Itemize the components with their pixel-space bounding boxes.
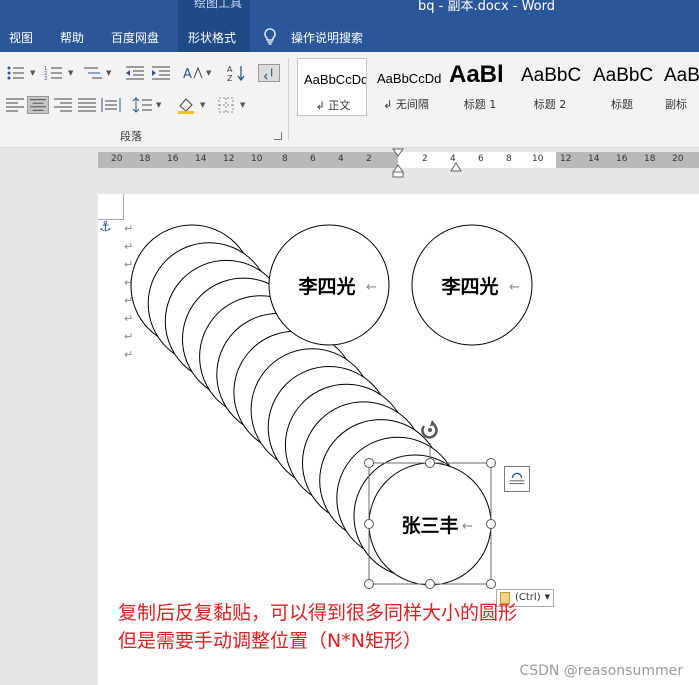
circle-text: 李四光 bbox=[297, 275, 355, 298]
svg-text:A: A bbox=[183, 67, 192, 82]
ruler-number: 14 bbox=[195, 154, 207, 164]
window-title: bq - 副本.docx - Word bbox=[418, 0, 556, 14]
circle-mark: ← bbox=[509, 280, 520, 295]
first-line-indent-marker[interactable] bbox=[391, 148, 405, 178]
line-spacing-icon[interactable] bbox=[132, 96, 154, 114]
circle-shape-top-2[interactable]: 李四光 ← bbox=[411, 224, 533, 346]
ruler-number: 14 bbox=[588, 154, 600, 164]
ruler-number: 6 bbox=[310, 154, 316, 164]
styles-gallery: AaBbCcDd ↲ 正文 AaBbCcDd ↲ 无间隔 AaBl 标题 1 A… bbox=[297, 58, 699, 116]
ruler-number: 4 bbox=[338, 154, 344, 164]
resize-handle[interactable] bbox=[486, 458, 496, 468]
ruler-number: 16 bbox=[616, 154, 628, 164]
circle-text: 张三丰 bbox=[401, 514, 458, 537]
ribbon: ▼ 123 ▼ ▼ A ▼ AZ ▼ ▼ ▼ 段落 AaBbCcDd ↲ 正文 … bbox=[0, 52, 699, 148]
chevron-down-icon[interactable]: ▼ bbox=[30, 69, 35, 77]
shading-icon[interactable] bbox=[176, 96, 198, 114]
chevron-down-icon[interactable]: ▼ bbox=[68, 69, 73, 77]
justify-icon[interactable] bbox=[76, 96, 98, 114]
chevron-down-icon[interactable]: ▼ bbox=[156, 101, 161, 109]
circle-shape-top-1[interactable]: 李四光 ← bbox=[268, 224, 390, 346]
style-title[interactable]: AaBbC 标题 bbox=[587, 58, 657, 116]
show-marks-icon[interactable] bbox=[258, 64, 280, 82]
menu-bar: 视图 帮助 百度网盘 形状格式 操作说明搜索 bbox=[0, 26, 699, 50]
layout-options-icon[interactable] bbox=[504, 466, 530, 492]
circle-mark: ← bbox=[462, 519, 473, 534]
annotation-line-2: 但是需要手动调整位置（N*N矩形） bbox=[118, 630, 422, 652]
align-center-icon[interactable] bbox=[27, 96, 49, 114]
ruler-number: 16 bbox=[167, 154, 179, 164]
increase-indent-icon[interactable] bbox=[150, 64, 172, 82]
resize-handle[interactable] bbox=[425, 579, 435, 589]
ruler-number: 20 bbox=[672, 154, 684, 164]
ruler-number: 18 bbox=[644, 154, 656, 164]
ruler-number: 10 bbox=[532, 154, 544, 164]
circle-text: 李四光 bbox=[440, 275, 498, 298]
style-subtitle[interactable]: AaBb 副标 bbox=[659, 58, 699, 116]
style-no-spacing[interactable]: AaBbCcDd ↲ 无间隔 bbox=[371, 58, 441, 116]
svg-text:Z: Z bbox=[227, 74, 233, 82]
tab-baidu-netdisk[interactable]: 百度网盘 bbox=[111, 29, 159, 46]
right-indent-marker[interactable] bbox=[450, 160, 462, 172]
style-heading-1[interactable]: AaBl 标题 1 bbox=[445, 58, 515, 116]
decrease-indent-icon[interactable] bbox=[124, 64, 146, 82]
numbering-icon[interactable]: 123 bbox=[44, 64, 66, 82]
ruler-number: 20 bbox=[111, 154, 123, 164]
resize-handle[interactable] bbox=[486, 519, 496, 529]
resize-handle[interactable] bbox=[486, 579, 496, 589]
group-divider bbox=[288, 58, 289, 140]
bullets-icon[interactable] bbox=[6, 64, 28, 82]
resize-handle[interactable] bbox=[364, 458, 374, 468]
rotate-handle-icon[interactable] bbox=[421, 420, 438, 439]
lightbulb-icon bbox=[262, 28, 278, 46]
style-normal[interactable]: AaBbCcDd ↲ 正文 bbox=[297, 58, 367, 116]
style-heading-2[interactable]: AaBbC 标题 2 bbox=[515, 58, 585, 116]
ruler-number: 8 bbox=[282, 154, 288, 164]
resize-handle[interactable] bbox=[364, 579, 374, 589]
multilevel-list-icon[interactable] bbox=[82, 64, 104, 82]
tab-view[interactable]: 视图 bbox=[9, 29, 33, 46]
circle-mark: ← bbox=[366, 280, 377, 295]
annotation-line-1: 复制后反复黏贴，可以得到很多同样大小的圆形 bbox=[118, 602, 518, 624]
distributed-icon[interactable] bbox=[100, 96, 122, 114]
svg-text:3: 3 bbox=[44, 76, 47, 82]
ruler-area: 20 18 16 14 12 10 8 6 4 2 2 4 6 8 10 12 … bbox=[0, 148, 699, 194]
ruler-number: 6 bbox=[478, 154, 484, 164]
ruler-number: 10 bbox=[251, 154, 263, 164]
chevron-down-icon[interactable]: ▼ bbox=[206, 69, 211, 77]
circle-shape-selected[interactable]: 张三丰 ← bbox=[368, 462, 492, 586]
chevron-down-icon[interactable]: ▼ bbox=[200, 101, 205, 109]
svg-text:A: A bbox=[227, 65, 233, 74]
context-tab-label: 绘图工具 bbox=[193, 0, 242, 10]
sort-icon[interactable]: AZ bbox=[226, 64, 248, 83]
tell-me-search[interactable]: 操作说明搜索 bbox=[291, 29, 363, 46]
paragraph-group-label: 段落 bbox=[120, 130, 142, 143]
align-left-icon[interactable] bbox=[4, 96, 26, 114]
ruler-number: 12 bbox=[223, 154, 235, 164]
document-page[interactable]: ⚓ ↵ ↵ ↵ ↵ ↵ ↵ ↵ ↵ 李四光 ← 李四光 ← 张三丰 ← (Ctr… bbox=[98, 194, 699, 685]
resize-handle[interactable] bbox=[364, 519, 374, 529]
ruler-number: 12 bbox=[560, 154, 572, 164]
align-right-icon[interactable] bbox=[52, 96, 74, 114]
ruler-number: 18 bbox=[139, 154, 151, 164]
tab-shape-format[interactable]: 形状格式 bbox=[188, 29, 236, 46]
resize-handle[interactable] bbox=[425, 458, 435, 468]
ruler-number: 2 bbox=[366, 154, 372, 164]
chevron-down-icon[interactable]: ▼ bbox=[240, 101, 245, 109]
title-bar: 绘图工具 bq - 副本.docx - Word 视图 帮助 百度网盘 形状格式… bbox=[0, 0, 699, 52]
chevron-down-icon: ▼ bbox=[544, 593, 550, 601]
ruler-number: 2 bbox=[422, 154, 428, 164]
ruler-number: 8 bbox=[506, 154, 512, 164]
tab-help[interactable]: 帮助 bbox=[60, 29, 84, 46]
borders-icon[interactable] bbox=[216, 96, 238, 114]
chevron-down-icon[interactable]: ▼ bbox=[106, 69, 111, 77]
paragraph-dialog-launcher-icon[interactable] bbox=[274, 132, 282, 140]
chinese-layout-icon[interactable]: A bbox=[182, 64, 204, 82]
csdn-watermark: CSDN @reasonsummer bbox=[519, 663, 683, 679]
